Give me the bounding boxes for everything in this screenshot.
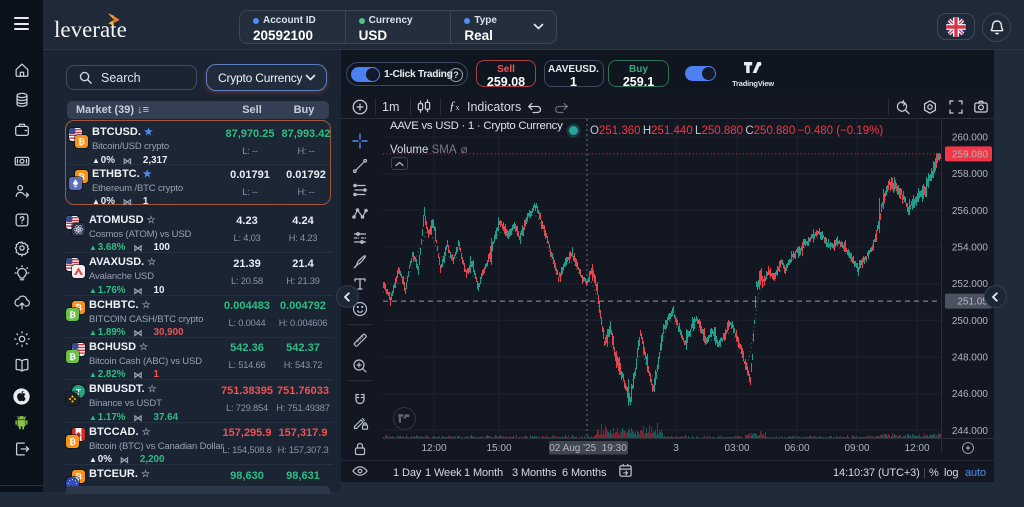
svg-text:₿: ₿: [69, 352, 76, 362]
svg-text:₿: ₿: [78, 137, 85, 147]
svg-text:12:00: 12:00: [904, 443, 929, 454]
svg-text:258.000: 258.000: [952, 169, 989, 180]
svg-text:246.000: 246.000: [952, 389, 989, 400]
svg-text:06:00: 06:00: [784, 443, 809, 454]
svg-text:244.000: 244.000: [952, 426, 989, 437]
svg-text:248.000: 248.000: [952, 353, 989, 364]
svg-text:02 Aug '25 19:30: 02 Aug '25 19:30: [549, 443, 627, 454]
svg-text:03:00: 03:00: [724, 443, 749, 454]
svg-text:15:00: 15:00: [486, 443, 511, 454]
svg-text:09:00: 09:00: [844, 443, 869, 454]
svg-text:₿: ₿: [69, 309, 76, 319]
svg-text:250.000: 250.000: [952, 316, 989, 327]
svg-text:256.000: 256.000: [952, 206, 989, 217]
svg-text:₿: ₿: [69, 436, 76, 446]
svg-text:259.080: 259.080: [952, 149, 989, 160]
svg-text:12:00: 12:00: [421, 443, 446, 454]
svg-text:254.000: 254.000: [952, 243, 989, 254]
svg-text:3: 3: [673, 443, 679, 454]
svg-text:252.000: 252.000: [952, 279, 989, 290]
svg-text:260.000: 260.000: [952, 133, 989, 144]
